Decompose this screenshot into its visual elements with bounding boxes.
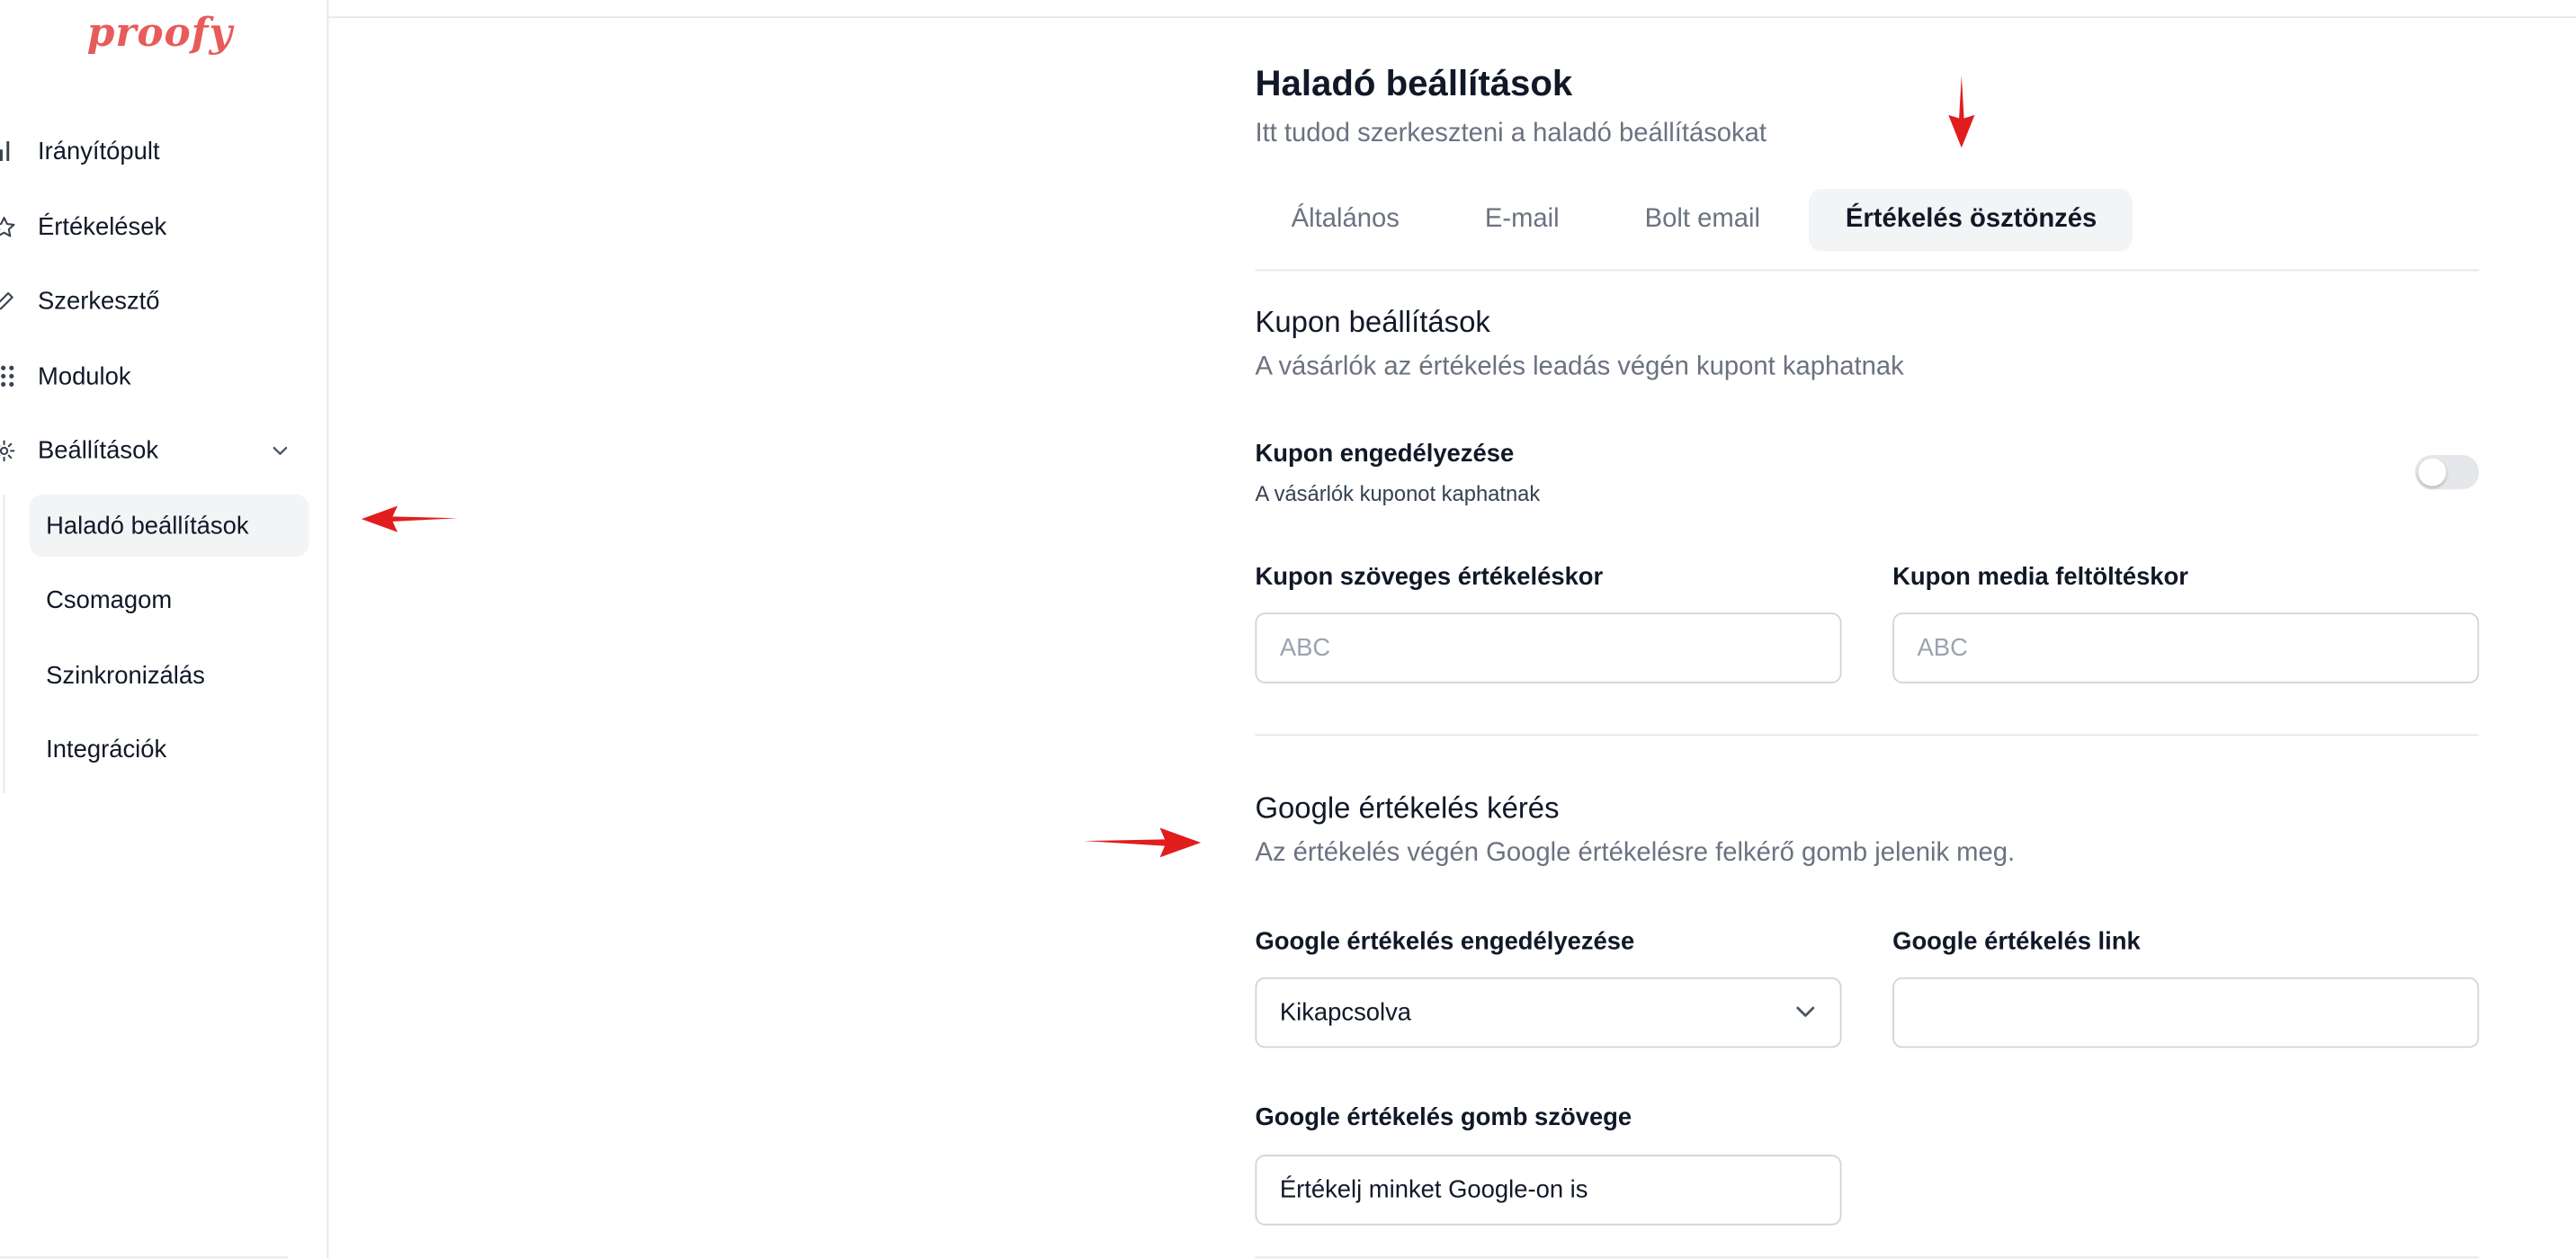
sidebar-subitem-my-plan[interactable]: Csomagom — [30, 568, 309, 630]
annotation-arrow-left-icon — [361, 505, 459, 532]
sidebar-subitem-label: Csomagom — [46, 585, 173, 614]
star-icon — [0, 213, 16, 239]
google-link-input[interactable] — [1892, 977, 2480, 1049]
sidebar-item-label: Irányítópult — [38, 137, 160, 165]
google-link-label: Google értékelés link — [1892, 927, 2141, 957]
sidebar-item-label: Modulok — [38, 362, 131, 390]
page-subtitle: Itt tudod szerkeszteni a haladó beállítá… — [1255, 120, 1767, 148]
annotation-arrow-right-icon — [1084, 827, 1202, 858]
sidebar-subitem-integrations[interactable]: Integrációk — [30, 718, 309, 780]
sidebar-subitem-label: Haladó beállítások — [46, 511, 249, 540]
header-divider — [328, 16, 2576, 19]
google-button-text-label: Google értékelés gomb szövege — [1255, 1103, 1632, 1132]
chevron-down-icon — [1794, 1000, 1818, 1030]
bar-chart-icon — [0, 138, 16, 164]
google-enable-select[interactable]: Kikapcsolva — [1255, 977, 1842, 1049]
coupon-media-upload-label: Kupon media feltöltéskor — [1892, 563, 2188, 592]
submenu-rail — [3, 494, 5, 794]
tabs-divider — [1255, 269, 2480, 272]
sidebar: proofy Irányítópult Értékelések Szerkesz… — [0, 0, 329, 1259]
settings-tabs: Általános E-mail Bolt email Értékelés ös… — [1255, 189, 2146, 252]
coupon-text-review-input[interactable]: ABC — [1255, 612, 1842, 683]
page-title: Haladó beállítások — [1255, 62, 1573, 104]
brand-logo[interactable]: proofy — [87, 8, 233, 56]
coupon-section-description: A vásárlók az értékelés leadás végén kup… — [1255, 353, 1904, 381]
tab-general[interactable]: Általános — [1255, 189, 1436, 251]
google-section-title: Google értékelés kérés — [1255, 791, 1560, 825]
coupon-text-review-label: Kupon szöveges értékeléskor — [1255, 563, 1604, 592]
tab-store-email[interactable]: Bolt email — [1608, 189, 1796, 251]
coupon-media-upload-input[interactable]: ABC — [1892, 612, 2480, 683]
edit-icon — [0, 288, 16, 314]
gear-icon — [0, 437, 16, 463]
sidebar-item-label: Értékelések — [38, 212, 167, 241]
annotation-arrow-down-icon — [1948, 76, 1975, 148]
section-divider — [1255, 734, 2480, 737]
sidebar-item-label: Beállítások — [38, 435, 159, 464]
section-divider — [1255, 1256, 2480, 1259]
google-enable-label: Google értékelés engedélyezése — [1255, 927, 1635, 957]
coupon-section-title: Kupon beállítások — [1255, 305, 1490, 339]
coupon-enable-help: A vásárlók kuponot kaphatnak — [1255, 481, 1541, 506]
sidebar-item-label: Szerkesztő — [38, 286, 160, 315]
google-section-description: Az értékelés végén Google értékelésre fe… — [1255, 839, 2016, 868]
grid-icon — [0, 363, 16, 389]
sidebar-subitem-sync[interactable]: Szinkronizálás — [30, 644, 309, 706]
coupon-enable-toggle[interactable] — [2414, 454, 2480, 490]
google-enable-select-value: Kikapcsolva — [1279, 998, 1412, 1027]
sidebar-item-settings[interactable]: Beállítások — [0, 427, 312, 473]
tab-email[interactable]: E-mail — [1449, 189, 1596, 251]
chevron-down-icon[interactable] — [271, 427, 289, 473]
sidebar-subitem-label: Szinkronizálás — [46, 661, 205, 690]
sidebar-subitem-advanced-settings[interactable]: Haladó beállítások — [29, 494, 309, 558]
tab-review-incentive[interactable]: Értékelés ösztönzés — [1809, 189, 2133, 252]
toggle-knob — [2418, 458, 2446, 487]
coupon-enable-label: Kupon engedélyezése — [1255, 440, 1515, 469]
sidebar-subitem-label: Integrációk — [46, 735, 167, 763]
google-button-text-input[interactable]: Értékelj minket Google-on is — [1255, 1155, 1842, 1226]
sidebar-footer-divider — [0, 1256, 288, 1259]
